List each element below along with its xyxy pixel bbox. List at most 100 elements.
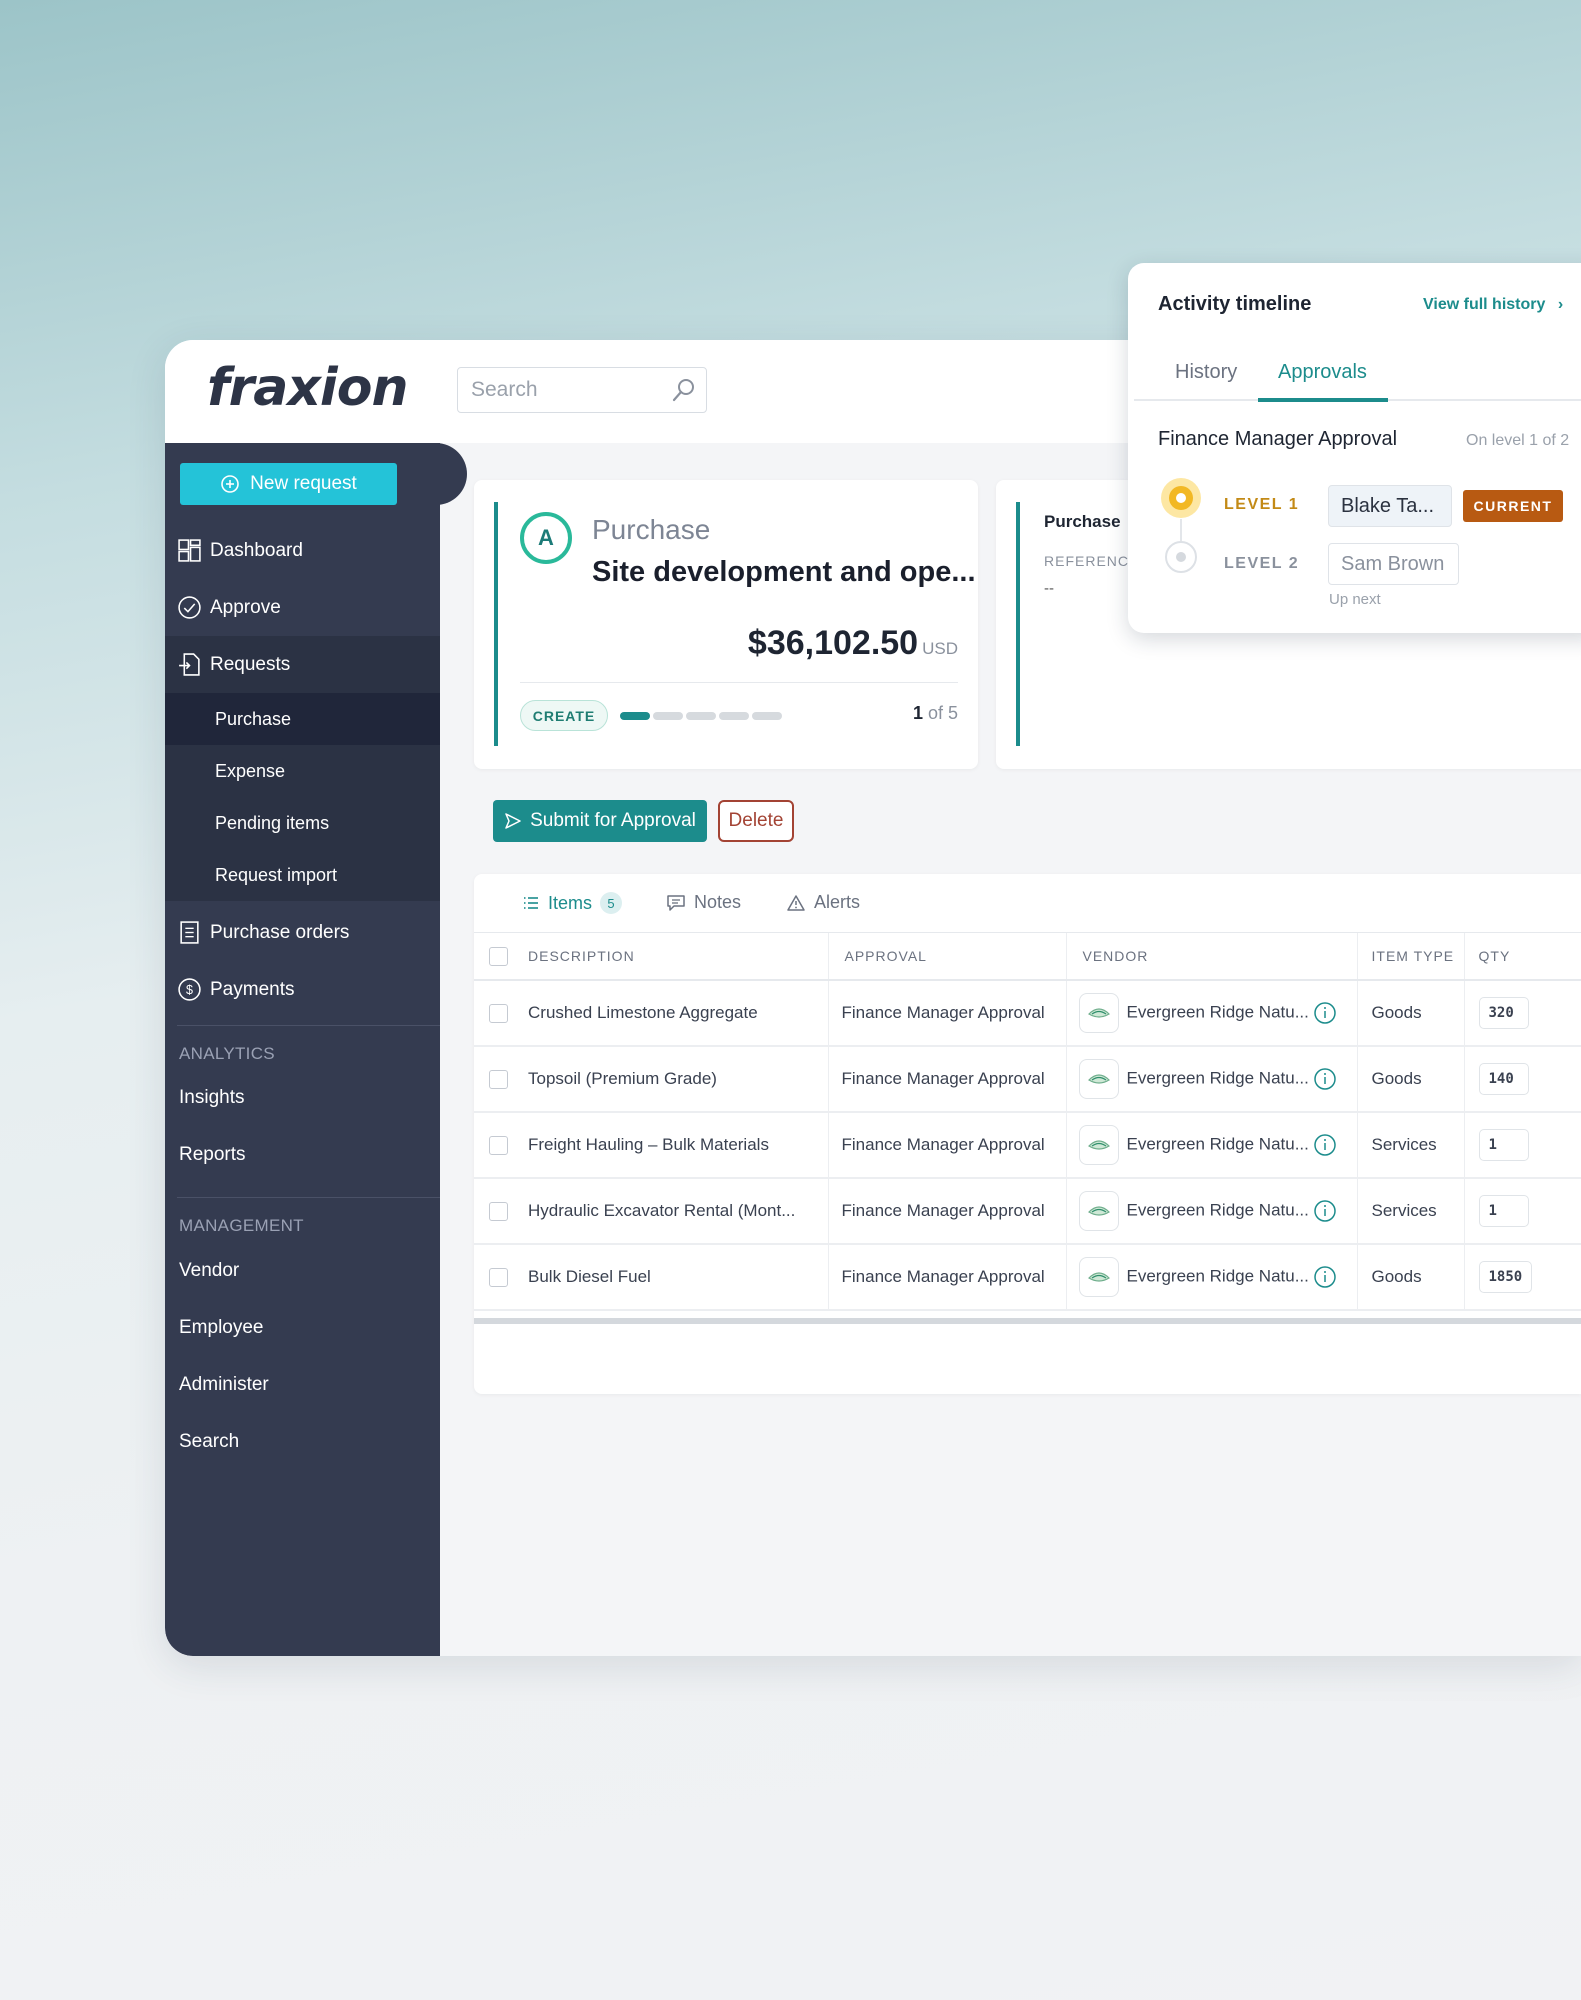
row-checkbox[interactable] <box>489 1268 508 1287</box>
activity-timeline-panel: Activity timeline View full history › Hi… <box>1128 263 1581 633</box>
info-icon[interactable] <box>1313 1265 1337 1289</box>
new-request-button[interactable]: New request <box>180 463 397 505</box>
sidebar-item-label: Dashboard <box>210 539 303 561</box>
search-box[interactable] <box>457 367 707 413</box>
sidebar-item-dashboard[interactable]: Dashboard <box>165 522 440 579</box>
cell-qty: 1 <box>1463 1112 1581 1179</box>
progress-segment <box>620 712 650 720</box>
currency-code: USD <box>922 639 958 658</box>
sidebar-subitem-purchase[interactable]: Purchase <box>165 693 440 745</box>
delete-button[interactable]: Delete <box>718 800 794 842</box>
cell-approval: Finance Manager Approval <box>827 1112 1066 1179</box>
sidebar-item-label: Requests <box>210 653 291 675</box>
qty-badge[interactable]: 320 <box>1478 997 1529 1029</box>
qty-badge[interactable]: 1850 <box>1478 1261 1533 1293</box>
level-2-approver[interactable]: Sam Brown <box>1328 543 1459 585</box>
info-icon[interactable] <box>1313 1199 1337 1223</box>
table-row[interactable]: Crushed Limestone Aggregate Finance Mana… <box>474 980 1581 1047</box>
sidebar-collapse-handle[interactable] <box>427 443 467 505</box>
reference-value: -- <box>1044 580 1054 597</box>
step-total: of 5 <box>927 703 958 723</box>
table-row[interactable]: Freight Hauling – Bulk Materials Finance… <box>474 1112 1581 1179</box>
cell-vendor: Evergreen Ridge Natu... <box>1065 980 1357 1047</box>
active-tab-indicator <box>1258 398 1388 402</box>
column-header-description[interactable]: DESCRIPTION <box>528 933 828 981</box>
submit-for-approval-button[interactable]: Submit for Approval <box>493 800 707 842</box>
column-header-vendor[interactable]: VENDOR <box>1065 933 1357 981</box>
column-header-item-type[interactable]: ITEM TYPE <box>1356 933 1464 981</box>
sidebar-divider <box>177 1197 440 1198</box>
warning-icon <box>787 894 805 911</box>
info-icon[interactable] <box>1313 1001 1337 1025</box>
info-icon[interactable] <box>1313 1067 1337 1091</box>
cell-item-type: Goods <box>1356 1244 1464 1311</box>
cell-item-type: Services <box>1356 1178 1464 1245</box>
request-type: Purchase <box>592 514 711 545</box>
cell-vendor: Evergreen Ridge Natu... <box>1065 1046 1357 1113</box>
tab-label: Alerts <box>814 892 861 912</box>
avatar: A <box>520 512 572 564</box>
sidebar-item-vendor[interactable]: Vendor <box>179 1260 239 1282</box>
row-checkbox[interactable] <box>489 1004 508 1023</box>
cell-description: Crushed Limestone Aggregate <box>528 980 828 1047</box>
sidebar-item-search[interactable]: Search <box>179 1431 239 1453</box>
qty-badge[interactable]: 1 <box>1478 1129 1529 1161</box>
step-count: 1 of 5 <box>913 703 958 724</box>
column-header-approval[interactable]: APPROVAL <box>827 933 1066 981</box>
search-input[interactable] <box>469 377 673 403</box>
card-accent <box>494 502 498 746</box>
table-row[interactable]: Hydraulic Excavator Rental (Mont... Fina… <box>474 1178 1581 1245</box>
sidebar-item-reports[interactable]: Reports <box>179 1144 246 1166</box>
submit-label: Submit for Approval <box>530 810 696 831</box>
tab-notes[interactable]: Notes <box>666 892 741 913</box>
sidebar-item-purchase-orders[interactable]: Purchase orders <box>165 904 440 961</box>
search-icon[interactable] <box>670 376 698 404</box>
list-icon <box>524 897 538 909</box>
row-checkbox[interactable] <box>489 1136 508 1155</box>
qty-badge[interactable]: 140 <box>1478 1063 1529 1095</box>
table-row[interactable]: Topsoil (Premium Grade) Finance Manager … <box>474 1046 1581 1113</box>
tab-approvals[interactable]: Approvals <box>1278 361 1367 384</box>
table-row[interactable]: Bulk Diesel Fuel Finance Manager Approva… <box>474 1244 1581 1311</box>
cell-vendor: Evergreen Ridge Natu... <box>1065 1178 1357 1245</box>
items-table: DESCRIPTION APPROVAL VENDOR ITEM TYPE QT… <box>474 933 1581 1311</box>
level-1-approver[interactable]: Blake Ta... <box>1328 485 1452 527</box>
dashboard-icon <box>178 539 201 562</box>
cell-qty: 1 <box>1463 1178 1581 1245</box>
screenshot-frame: fraxion New request Da <box>0 0 1581 2000</box>
qty-badge[interactable]: 1 <box>1478 1195 1529 1227</box>
sidebar-item-employee[interactable]: Employee <box>179 1317 264 1339</box>
view-full-history-link[interactable]: View full history › <box>1423 296 1563 314</box>
view-full-history-label: View full history <box>1423 296 1546 313</box>
items-count-badge: 5 <box>600 892 623 914</box>
sidebar-item-label: Approve <box>210 596 281 618</box>
request-amount: $36,102.50 USD <box>748 624 958 663</box>
sidebar-item-requests[interactable]: Requests <box>165 636 440 693</box>
table-footer-bar <box>474 1318 1581 1324</box>
sidebar-item-payments[interactable]: $ Payments <box>165 961 440 1018</box>
tab-items[interactable]: Items 5 <box>522 892 623 914</box>
sidebar-subitem-expense[interactable]: Expense <box>165 745 440 797</box>
check-circle-icon <box>178 596 201 619</box>
row-checkbox[interactable] <box>489 1070 508 1089</box>
pending-level-indicator-icon <box>1165 541 1197 573</box>
reference-label: REFERENCE <box>1044 553 1140 569</box>
tab-history[interactable]: History <box>1175 361 1237 384</box>
info-icon[interactable] <box>1313 1133 1337 1157</box>
tab-alerts[interactable]: Alerts <box>786 892 860 913</box>
column-header-qty[interactable]: QTY <box>1463 933 1581 981</box>
app-logo[interactable]: fraxion <box>207 358 408 418</box>
management-heading: MANAGEMENT <box>179 1216 304 1235</box>
up-next-note: Up next <box>1329 591 1381 608</box>
vendor-name: Evergreen Ridge Natu... <box>1126 1134 1309 1154</box>
select-all-checkbox[interactable] <box>489 946 508 966</box>
sidebar-item-administer[interactable]: Administer <box>179 1374 269 1396</box>
sidebar-divider <box>177 1025 440 1026</box>
cell-description: Topsoil (Premium Grade) <box>528 1046 828 1113</box>
row-checkbox[interactable] <box>489 1202 508 1221</box>
sidebar-subitem-request-import[interactable]: Request import <box>165 849 440 901</box>
sidebar-subitem-pending-items[interactable]: Pending items <box>165 797 440 849</box>
sidebar-item-approve[interactable]: Approve <box>165 579 440 636</box>
cell-description: Freight Hauling – Bulk Materials <box>528 1112 828 1179</box>
sidebar-item-insights[interactable]: Insights <box>179 1087 244 1109</box>
